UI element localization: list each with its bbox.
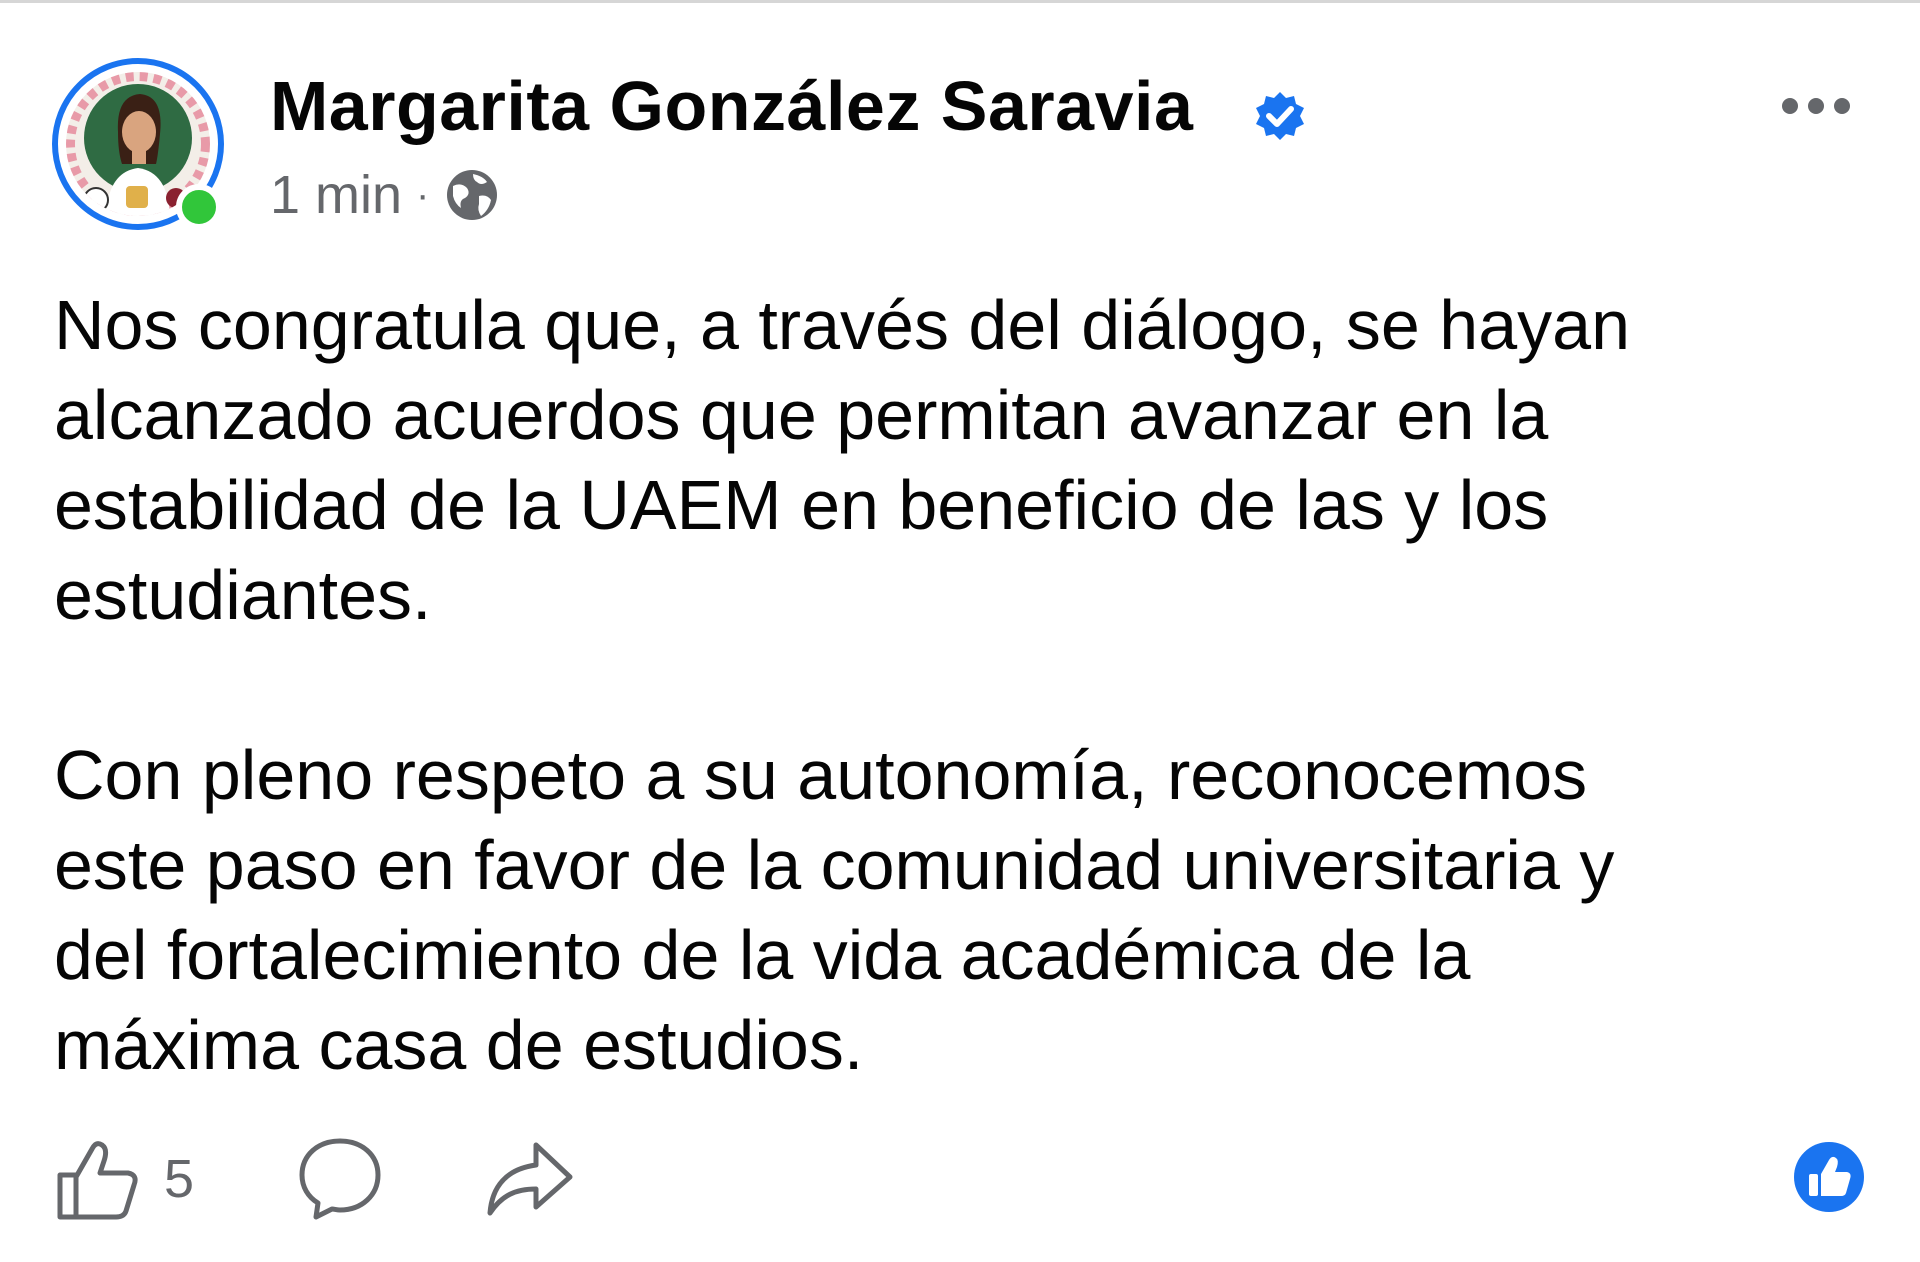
more-dot-icon [1834, 98, 1850, 114]
top-divider [0, 0, 1920, 3]
author-name[interactable]: Margarita González Saravia [270, 66, 1193, 146]
post-body: Nos congratula que, a través del diálogo… [54, 280, 1844, 1090]
post-timestamp[interactable]: 1 min [270, 164, 402, 226]
thumbs-up-icon [57, 1141, 138, 1220]
like-reaction-icon[interactable] [1792, 1140, 1866, 1214]
post-meta: 1 min · [270, 160, 501, 230]
more-options-button[interactable] [1782, 86, 1862, 126]
post-actions: 5 [54, 1124, 576, 1234]
like-count: 5 [164, 1149, 195, 1209]
globe-icon [447, 170, 498, 220]
share-icon[interactable] [484, 1133, 576, 1225]
avatar[interactable] [52, 58, 232, 238]
more-dot-icon [1782, 98, 1798, 114]
comment-icon[interactable] [294, 1133, 386, 1225]
like-button[interactable]: 5 [54, 1135, 194, 1223]
meta-separator: · [416, 172, 430, 217]
verified-badge-icon [1256, 92, 1304, 140]
post-paragraph: Con pleno respeto a su autonomía, recono… [54, 736, 1615, 1084]
post-paragraph: Nos congratula que, a través del diálogo… [54, 286, 1631, 634]
more-dot-icon [1808, 98, 1824, 114]
online-status-dot [176, 184, 222, 230]
